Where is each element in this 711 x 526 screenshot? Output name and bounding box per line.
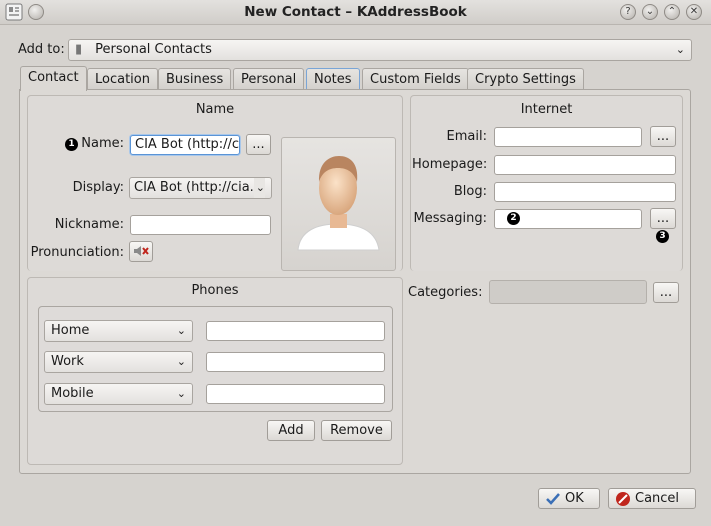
- categories-label: Categories:: [408, 285, 483, 300]
- name-details-button[interactable]: ...: [246, 134, 271, 155]
- phone-number-field[interactable]: [206, 321, 385, 341]
- addressbook-select-value: Personal Contacts: [95, 42, 212, 57]
- name-group-title: Name: [195, 102, 235, 117]
- marker-1: 1: [65, 138, 78, 151]
- chevron-down-icon: ⌄: [253, 178, 265, 198]
- categories-field[interactable]: [489, 280, 647, 304]
- speaker-muted-icon: [134, 246, 149, 256]
- contact-photo[interactable]: [281, 137, 396, 271]
- tab-business[interactable]: Business: [158, 68, 232, 90]
- tab-personal[interactable]: Personal: [233, 68, 305, 90]
- email-more-button[interactable]: ...: [650, 126, 676, 147]
- name-field[interactable]: CIA Bot (http://cia.: [130, 135, 240, 155]
- maximize-icon[interactable]: ⌃: [664, 4, 680, 20]
- messaging-label: Messaging:: [413, 211, 487, 226]
- tab-location-label: Location: [95, 72, 150, 87]
- blog-field[interactable]: [494, 182, 676, 202]
- phone-type-value: Home: [51, 323, 90, 338]
- tab-notes-label: Notes: [314, 72, 352, 87]
- name-label: Name:: [81, 136, 124, 151]
- tab-custom-fields-label: Custom Fields: [370, 72, 461, 87]
- phone-number-field[interactable]: [206, 352, 385, 372]
- phone-type-select[interactable]: Work ⌄: [44, 351, 193, 373]
- phone-type-value: Work: [51, 354, 84, 369]
- tab-location[interactable]: Location: [87, 68, 158, 90]
- cancel-button[interactable]: Cancel: [608, 488, 696, 509]
- minimize-icon[interactable]: ⌄: [642, 4, 658, 20]
- addressbook-select[interactable]: ▮ Personal Contacts ⌄: [68, 39, 692, 61]
- addressbook-icon: ▮: [75, 42, 83, 57]
- add-to-label: Add to:: [18, 42, 65, 57]
- chevron-down-icon: ⌄: [675, 43, 685, 56]
- phone-type-value: Mobile: [51, 386, 94, 401]
- nickname-field[interactable]: [130, 215, 271, 235]
- pronunciation-label: Pronunciation:: [30, 245, 124, 260]
- messaging-more-button[interactable]: ...: [650, 208, 676, 229]
- phones-group-title: Phones: [191, 283, 239, 298]
- marker-3: 3: [656, 230, 669, 243]
- pronunciation-button[interactable]: [129, 241, 153, 262]
- window-title: New Contact – KAddressBook: [244, 4, 467, 20]
- display-select[interactable]: CIA Bot (http://cia.v ⌄: [129, 177, 272, 199]
- homepage-field[interactable]: [494, 155, 676, 175]
- blog-label: Blog:: [453, 184, 487, 199]
- tab-notes[interactable]: Notes: [306, 68, 360, 90]
- cancel-icon: [616, 492, 630, 506]
- chevron-down-icon: ⌄: [176, 324, 186, 337]
- nickname-label: Nickname:: [54, 217, 124, 232]
- new-contact-window: New Contact – KAddressBook ? ⌄ ⌃ ✕ Add t…: [0, 0, 711, 526]
- display-label: Display:: [72, 180, 124, 195]
- chevron-down-icon: ⌄: [176, 387, 186, 400]
- title-bar[interactable]: New Contact – KAddressBook ? ⌄ ⌃ ✕: [0, 0, 711, 25]
- add-phone-button[interactable]: Add: [267, 420, 315, 441]
- ok-button-label: OK: [565, 491, 584, 506]
- tab-custom-fields[interactable]: Custom Fields: [362, 68, 469, 90]
- internet-group-title: Internet: [520, 102, 573, 117]
- help-icon[interactable]: ?: [620, 4, 636, 20]
- tab-contact-label: Contact: [28, 70, 79, 85]
- cancel-button-label: Cancel: [635, 491, 680, 506]
- tab-personal-label: Personal: [241, 72, 297, 87]
- tab-business-label: Business: [166, 72, 224, 87]
- tab-crypto-settings-label: Crypto Settings: [475, 72, 576, 87]
- tab-contact[interactable]: Contact: [20, 66, 87, 91]
- tab-crypto-settings[interactable]: Crypto Settings: [467, 68, 584, 90]
- display-select-value: CIA Bot (http://cia.v: [134, 180, 262, 195]
- phone-type-select[interactable]: Mobile ⌄: [44, 383, 193, 405]
- categories-more-button[interactable]: ...: [653, 282, 679, 303]
- remove-phone-button[interactable]: Remove: [321, 420, 392, 441]
- chevron-down-icon: ⌄: [176, 355, 186, 368]
- email-label: Email:: [446, 129, 487, 144]
- phone-number-field[interactable]: [206, 384, 385, 404]
- phone-type-select[interactable]: Home ⌄: [44, 320, 193, 342]
- person-icon: [297, 156, 380, 251]
- close-icon[interactable]: ✕: [686, 4, 702, 20]
- checkmark-icon: [546, 493, 560, 505]
- marker-2: 2: [507, 212, 520, 225]
- homepage-label: Homepage:: [412, 157, 488, 172]
- email-field[interactable]: [494, 127, 642, 147]
- ok-button[interactable]: OK: [538, 488, 600, 509]
